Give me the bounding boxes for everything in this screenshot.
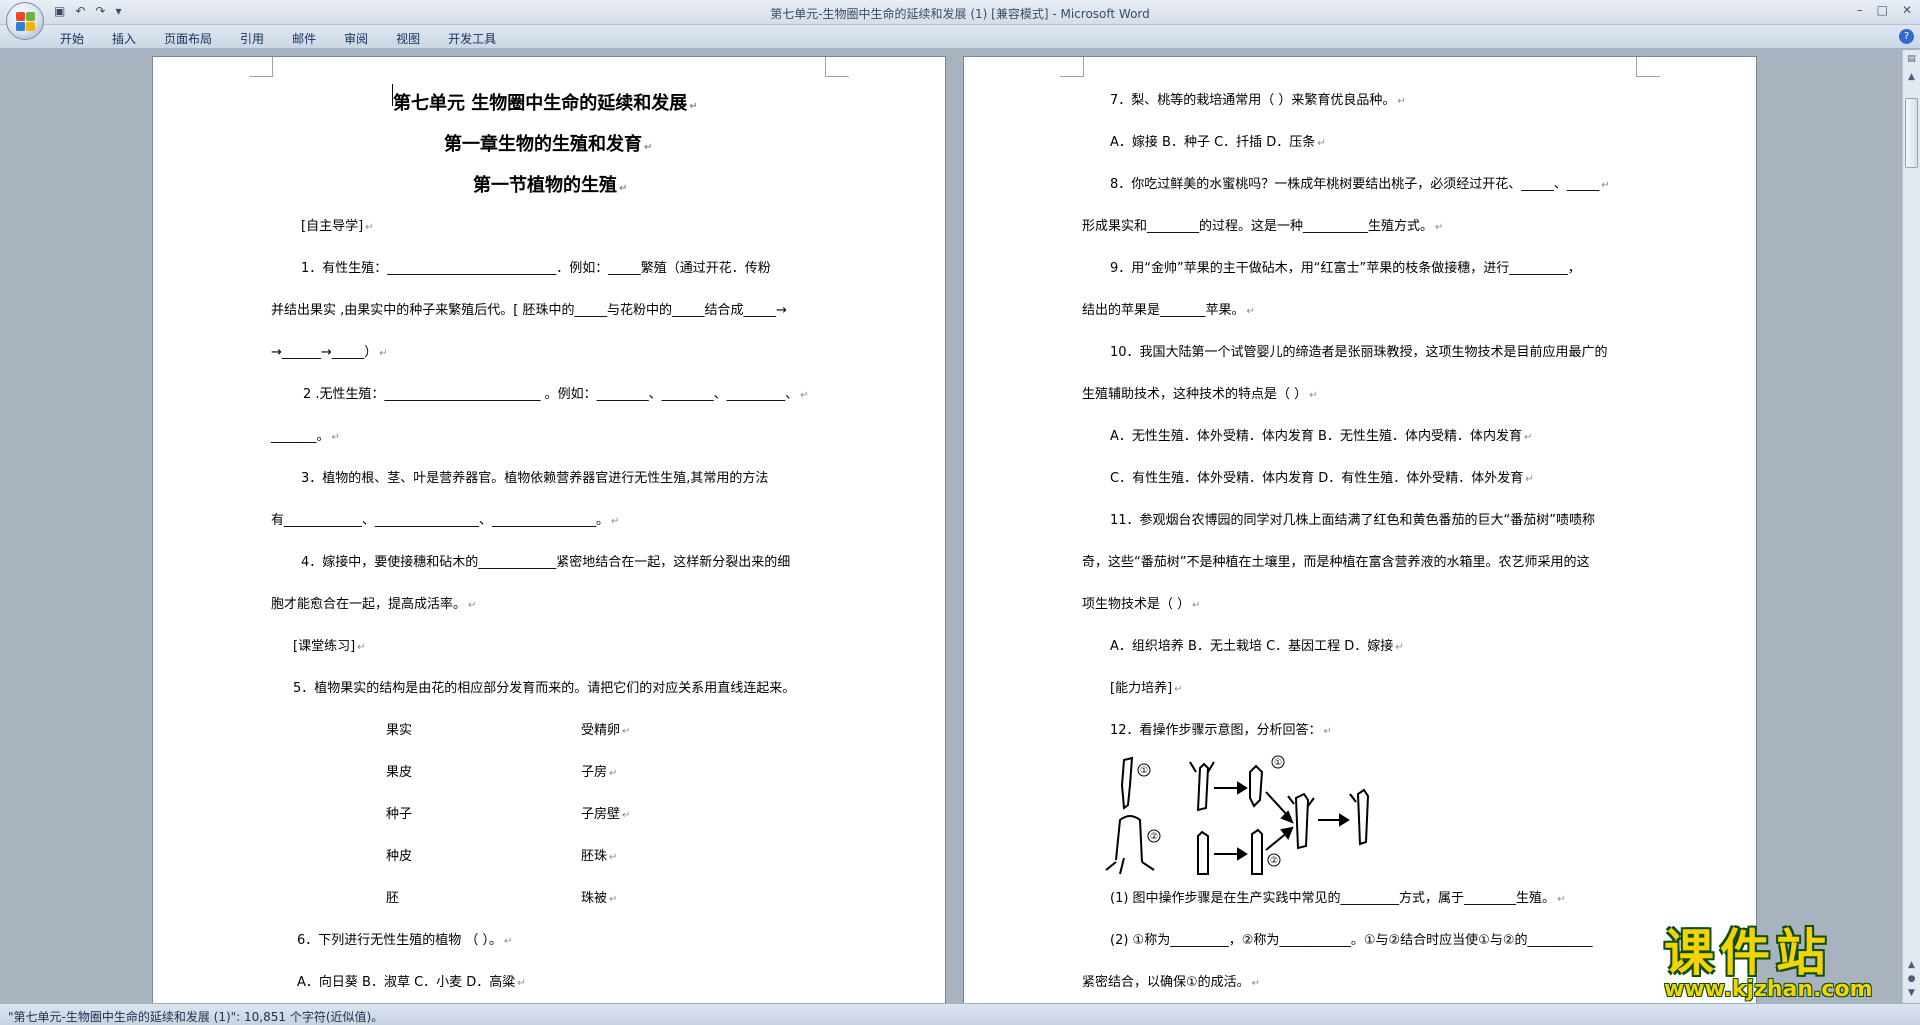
tab-home[interactable]: 开始 [60,30,84,47]
paragraph: 6．下列进行无性生殖的植物 （ ）。 ↵ [297,933,513,948]
paragraph: 7．梨、桃等的栽培通常用（ ）来繁育优良品种。 ↵ [1110,93,1406,108]
paragraph: [自主导学] ↵ [301,219,374,234]
paragraph: →______→_____） ↵ [271,345,388,360]
paragraph: C．有性生殖．体外受精．体内发育 D．有性生殖．体外受精．体外发育 ↵ [1110,471,1534,486]
vertical-scrollbar[interactable]: ▤ ▲ ▲ ● ▼ [1902,50,1920,1003]
match-left-item: 果皮 [386,765,413,780]
paragraph: [能力培养] ↵ [1110,681,1183,696]
match-left-item: 种子 [386,807,413,822]
paragraph: 11．参观烟台农博园的同学对几株上面结满了红色和黄色番茄的巨大“番茄树”啧啧称 [1110,513,1596,528]
scroll-thumb[interactable] [1905,98,1918,168]
tab-review[interactable]: 审阅 [344,30,368,47]
match-left-item: 种皮 [386,849,413,864]
ruler-toggle-icon[interactable]: ▤ [1905,52,1918,66]
document-workspace: 第七单元 生物圈中生命的延续和发展 ↵ 第一章生物的生殖和发育 ↵ 第一节植物的生殖… [0,50,1902,1003]
office-logo-icon [16,12,36,32]
status-bar: "第七单元-生物圈中生命的延续和发展 (1)": 10,851 个字符(近似值)… [0,1003,1920,1025]
match-right-item: 子房 ↵ [581,765,618,780]
chapter-title: 第一章生物的生殖和发育 ↵ [444,134,653,155]
stock-cut-2 [1197,830,1209,875]
paragraph: 8．你吃过鲜美的水蜜桃吗？一株成年桃树要结出桃子，必须经过开花、_____、__… [1110,177,1610,192]
tab-developer[interactable]: 开发工具 [448,30,496,47]
paragraph: 紧密结合，以确保①的成活。 ↵ [1082,975,1261,990]
tab-mailings[interactable]: 邮件 [292,30,316,47]
paragraph: _______。 ↵ [271,429,340,444]
margin-mark [1636,57,1660,77]
paragraph: 1．有性生殖：__________________________．例如：___… [301,261,771,276]
help-icon[interactable]: ? [1899,29,1914,44]
section-title: 第一节植物的生殖 ↵ [473,175,628,196]
minimize-icon[interactable]: – [1857,3,1863,17]
word-count-status[interactable]: "第七单元-生物圈中生命的延续和发展 (1)": 10,851 个字符(近似值)… [8,1008,383,1025]
margin-mark [1060,57,1084,77]
tab-insert[interactable]: 插入 [112,30,136,47]
window-controls: – □ ✕ [1857,3,1912,17]
paragraph: (2) ①称为_________，②称为___________。①与②结合时应当… [1110,933,1593,948]
ribbon-tabs: 开始 插入 页面布局 引用 邮件 审阅 视图 开发工具 [60,30,496,47]
paragraph: 2 .无性生殖：________________________ 。例如：___… [303,387,809,402]
watermark-logo: 课件站 www.kjzhan.com [1664,925,1916,1003]
paragraph: 3．植物的根、茎、叶是营养器官。植物依赖营养器官进行无性生殖,其常用的方法 [301,471,769,486]
paragraph: 形成果实和________的过程。这是一种__________生殖方式。 ↵ [1082,219,1444,234]
office-button[interactable] [6,2,44,40]
tab-page-layout[interactable]: 页面布局 [164,30,212,47]
stock-cut-1 [1189,761,1215,812]
paragraph: (1) 图中操作步骤是在生产实践中常见的_________方式，属于______… [1110,891,1566,906]
paragraph: 并结出果实 ,由果实中的种子来繁殖后代。[ 胚珠中的_____与花粉中的____… [271,303,787,318]
label-1: ① [1274,758,1282,768]
paragraph: 有____________、________________、_________… [271,513,620,528]
stock-cut-3 [1251,828,1263,875]
grafting-diagram: ① ① ② ② [1105,755,1370,875]
graft-result [1349,788,1370,846]
window-title: 第七单元-生物圈中生命的延续和发展 (1) [兼容模式] - Microsoft… [770,7,1150,21]
scion-cut-1 [1249,764,1264,808]
paragraph: A．组织培养 B．无土栽培 C．基因工程 D．嫁接 ↵ [1110,639,1404,654]
page-left[interactable]: 第七单元 生物圈中生命的延续和发展 ↵ 第一章生物的生殖和发育 ↵ 第一节植物的生殖… [152,56,946,1003]
scion-1 [1120,756,1134,810]
match-right-item: 珠被 ↵ [581,891,618,906]
paragraph: 生殖辅助技术，这种技术的特点是（ ） ↵ [1082,387,1318,402]
tab-references[interactable]: 引用 [240,30,264,47]
paragraph: 胞才能愈合在一起，提高成活率。 ↵ [271,597,477,612]
watermark-cn: 课件站 [1664,923,1832,982]
match-left-item: 果实 [386,723,413,738]
paragraph: 4．嫁接中，要使接穗和砧木的____________紧密地结合在一起，这样新分裂… [301,555,791,570]
match-left-item: 胚 [386,891,400,906]
paragraph: A．向日葵 B．淑草 C．小麦 D．高粱 ↵ [297,975,526,990]
maximize-icon[interactable]: □ [1877,3,1888,17]
label-1: ① [1140,766,1148,776]
label-2: ② [1150,832,1158,842]
paragraph: A．嫁接 B．种子 C．扦插 D．压条 ↵ [1110,135,1326,150]
tab-view[interactable]: 视图 [396,30,420,47]
match-right-item: 受精卵 ↵ [581,723,631,738]
margin-mark [249,57,273,77]
margin-mark [825,57,849,77]
paragraph: A．无性生殖．体外受精．体内发育 B．无性生殖．体内受精．体内发育 ↵ [1110,429,1533,444]
watermark-url: www.kjzhan.com [1664,977,1873,1002]
paragraph: 9．用“金帅”苹果的主干做砧木，用“红富士”苹果的枝条做接穗，进行_______… [1110,261,1581,276]
ribbon-tabs-bar: 开始 插入 页面布局 引用 邮件 审阅 视图 开发工具 ? [0,25,1920,49]
paragraph: 5．植物果实的结构是由花的相应部分发育而来的。请把它们的对应关系用直线连起来。 [293,681,796,696]
paragraph: 奇，这些“番茄树”不是种植在土壤里，而是种植在富含营养液的水箱里。农艺师采用的这 [1082,555,1590,570]
paragraph: 10．我国大陆第一个试管婴儿的缔造者是张丽珠教授，这项生物技术是目前应用最广的 [1110,345,1608,360]
paragraph: 12．看操作步骤示意图，分析回答： ↵ [1110,723,1332,738]
close-icon[interactable]: ✕ [1902,3,1912,17]
paragraph: 结出的苹果是_______苹果。 ↵ [1082,303,1255,318]
paragraph: [课堂练习] ↵ [293,639,366,654]
label-2: ② [1270,856,1278,866]
paragraph: 项生物技术是（ ） ↵ [1082,597,1201,612]
match-right-item: 胚珠 ↵ [581,849,618,864]
page-right[interactable]: 7．梨、桃等的栽培通常用（ ）来繁育优良品种。 ↵ A．嫁接 B．种子 C．扦插 … [963,56,1757,1003]
title-bar: ▣ ↶ ↷ ▾ 第七单元-生物圈中生命的延续和发展 (1) [兼容模式] - M… [0,0,1920,25]
unit-title: 第七单元 生物圈中生命的延续和发展 ↵ [393,93,698,114]
scroll-up-icon[interactable]: ▲ [1905,70,1918,84]
stock-2 [1115,815,1143,863]
match-right-item: 子房壁 ↵ [581,807,631,822]
